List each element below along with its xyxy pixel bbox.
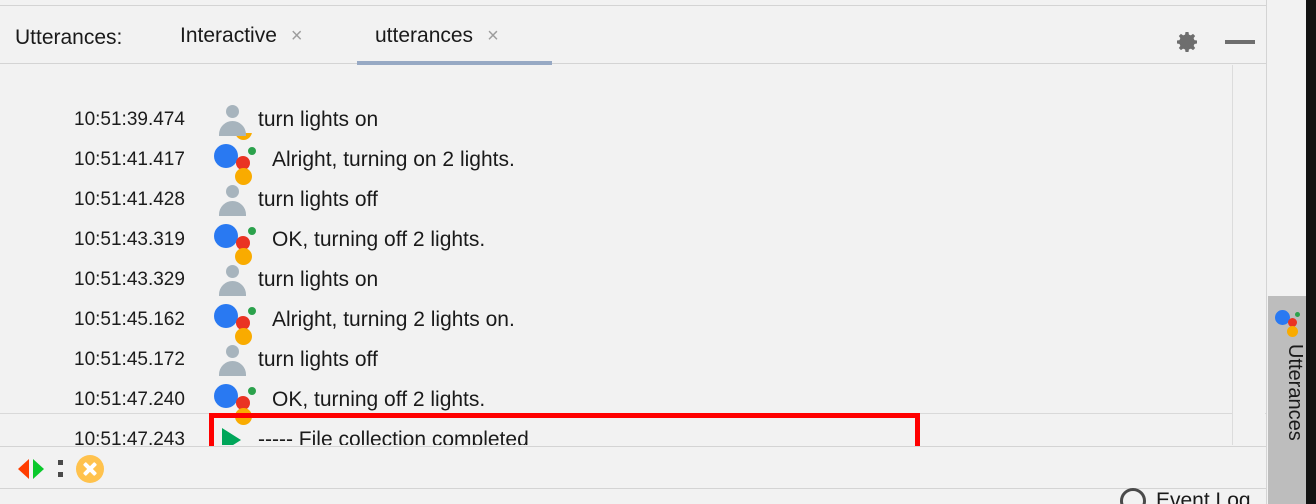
tab-interactive-label: Interactive [180, 24, 277, 47]
minimize-bar [1225, 40, 1255, 44]
log-row[interactable]: 10:51:43.319 OK, turning off 2 lights. [0, 220, 1266, 265]
log-message: turn lights off [258, 188, 378, 211]
log-message: OK, turning off 2 lights. [272, 388, 486, 411]
log-row[interactable]: 10:51:41.417 Alright, turning on 2 light… [0, 140, 1266, 185]
log-message: Alright, turning on 2 lights. [272, 148, 515, 171]
log-row[interactable]: 10:51:45.172 turn lights off [0, 340, 1266, 380]
assistant-dots-icon [1275, 308, 1301, 337]
user-avatar-icon [216, 185, 248, 216]
tool-window-label: Utterances [1284, 344, 1306, 441]
log-message: turn lights on [258, 268, 379, 291]
vertical-dots-icon [58, 460, 63, 478]
log-row[interactable]: 10:51:43.329 turn lights on [0, 260, 1266, 300]
tab-utterances[interactable]: utterances × [375, 21, 499, 63]
tool-window-button-utterances[interactable]: Utterances [1268, 296, 1306, 504]
header-title: Utterances: [15, 26, 123, 49]
log-timestamp: 10:51:45.172 [74, 349, 185, 370]
warning-close-icon[interactable] [76, 455, 104, 483]
console-scroll-column[interactable] [1232, 65, 1265, 445]
tab-interactive[interactable]: Interactive × [180, 21, 303, 63]
file-collection-header-row[interactable]: 10:51:47.243 ----- File collection compl… [0, 420, 1266, 445]
log-timestamp: 10:51:47.240 [74, 389, 185, 410]
bottom-strip [0, 490, 1266, 504]
window-top-divider [0, 0, 1266, 6]
log-row[interactable]: 10:51:45.162 Alright, turning 2 lights o… [0, 300, 1266, 345]
tab-utterances-label: utterances [375, 24, 474, 47]
tab-header-bar: Utterances: Interactive × utterances × [0, 7, 1266, 66]
log-row[interactable]: 10:51:39.474 turn lights on [0, 100, 1266, 140]
log-message: OK, turning off 2 lights. [272, 228, 486, 251]
left-right-arrows-icon[interactable] [14, 457, 48, 486]
utterances-tool-window: Utterances: Interactive × utterances × 1… [0, 0, 1316, 504]
user-avatar-icon [216, 265, 248, 296]
log-timestamp: 10:51:39.474 [74, 109, 185, 130]
event-log-button[interactable]: Event Log [1120, 488, 1251, 504]
log-timestamp: 10:51:43.319 [74, 229, 185, 250]
log-timestamp: 10:51:43.329 [74, 269, 185, 290]
console-output[interactable]: 10:51:39.474 turn lights on 10:51:41.417… [0, 65, 1266, 445]
close-icon[interactable]: × [291, 21, 303, 51]
log-message: Alright, turning 2 lights on. [272, 308, 515, 331]
file-collection-header-text: ----- File collection completed [258, 428, 529, 445]
user-avatar-icon [216, 105, 248, 136]
assistant-dots-icon [214, 380, 256, 425]
gear-icon[interactable] [1172, 27, 1202, 62]
screen-edge [1306, 0, 1316, 504]
user-avatar-icon [216, 345, 248, 376]
event-log-label: Event Log [1156, 489, 1251, 504]
assistant-dots-icon [214, 300, 256, 345]
assistant-dots-icon [214, 140, 256, 185]
assistant-dots-icon [214, 220, 256, 265]
status-bar [0, 446, 1266, 489]
green-play-icon [222, 428, 241, 445]
log-timestamp: 10:51:41.417 [74, 149, 185, 170]
minimize-icon[interactable] [1225, 29, 1257, 51]
log-timestamp: 10:51:45.162 [74, 309, 185, 330]
row-separator [0, 413, 1266, 414]
log-timestamp: 10:51:47.243 [74, 429, 185, 445]
log-timestamp: 10:51:41.428 [74, 189, 185, 210]
log-row[interactable]: 10:51:47.240 OK, turning off 2 lights. [0, 380, 1266, 425]
close-icon[interactable]: × [487, 21, 499, 51]
circle-icon [1120, 488, 1146, 504]
log-message: turn lights off [258, 348, 378, 371]
log-message: turn lights on [258, 108, 379, 131]
log-row[interactable]: 10:51:41.428 turn lights off [0, 180, 1266, 220]
